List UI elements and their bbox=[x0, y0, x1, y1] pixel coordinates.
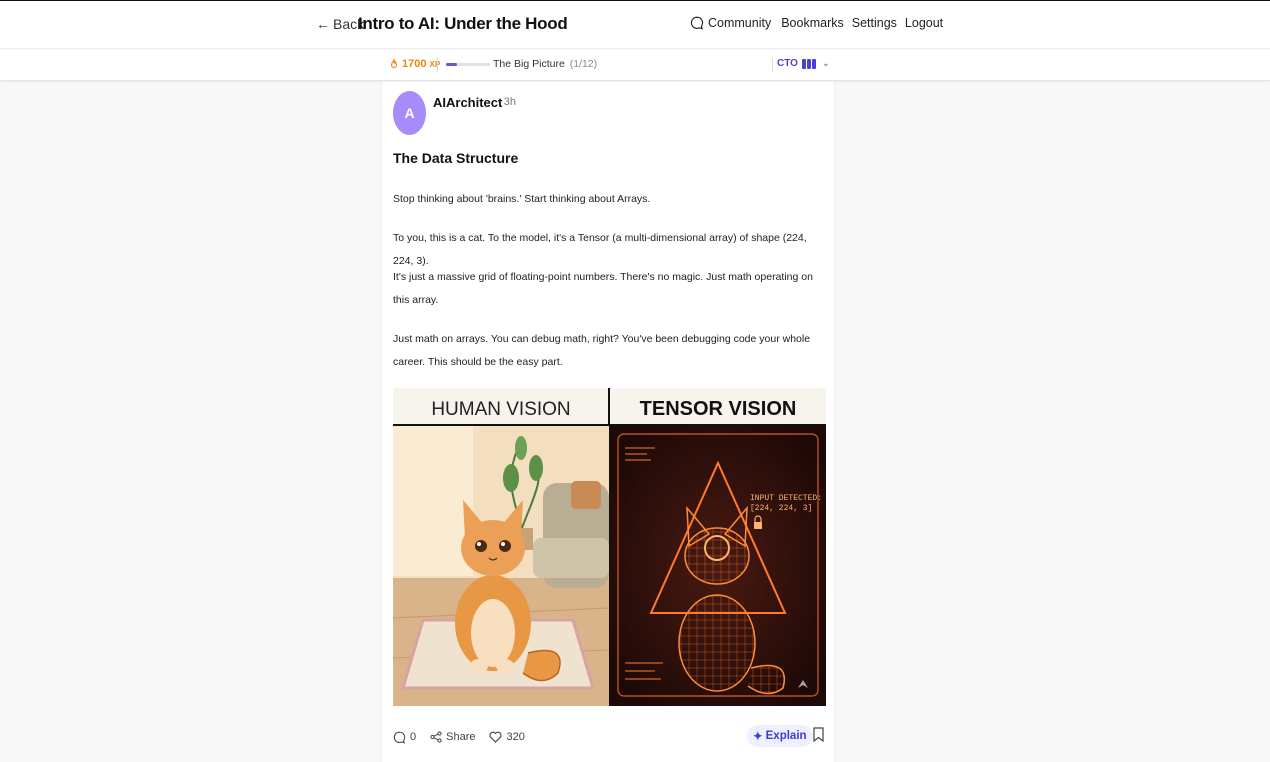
post-image: HUMAN VISION TENSOR VISION INPUT DETECTE… bbox=[393, 388, 826, 706]
lesson-title: The Big Picture bbox=[493, 58, 565, 70]
tensor-overlay-line2: [224, 224, 3] bbox=[750, 504, 812, 513]
post-paragraph: It's just a massive grid of floating-poi… bbox=[393, 271, 813, 306]
nav-community[interactable]: Community bbox=[690, 16, 771, 30]
like-button[interactable]: 320 bbox=[489, 731, 525, 743]
xp-unit: XP bbox=[429, 59, 441, 69]
lesson-progress-track bbox=[446, 63, 490, 66]
course-title: Intro to AI: Under the Hood bbox=[358, 14, 568, 33]
nav-logout[interactable]: Logout bbox=[905, 16, 943, 30]
comment-button[interactable]: 0 bbox=[393, 731, 416, 744]
nav-community-label: Community bbox=[708, 16, 772, 30]
xp-value: 1700 bbox=[402, 58, 427, 70]
avatar[interactable]: A bbox=[393, 91, 426, 135]
explain-button[interactable]: ✦ Explain bbox=[747, 725, 813, 747]
divider bbox=[772, 58, 773, 72]
role-label: CTO bbox=[777, 58, 798, 69]
top-nav: Community Bookmarks Settings Logout bbox=[690, 16, 951, 30]
xp-display: 1700 XP bbox=[389, 58, 440, 70]
post-paragraph: Just math on arrays. You can debug math,… bbox=[393, 333, 811, 368]
lesson-count: (1/12) bbox=[569, 58, 598, 70]
share-button[interactable]: Share bbox=[430, 731, 475, 743]
human-vision-heading: HUMAN VISION bbox=[431, 399, 570, 420]
explain-label: Explain bbox=[765, 730, 807, 742]
heart-icon bbox=[489, 731, 503, 743]
signal-bars-icon bbox=[801, 58, 816, 69]
tensor-overlay-line1: INPUT DETECTED: bbox=[750, 494, 822, 503]
post-card: A AIArchitect · 3h The Data Structure St… bbox=[381, 82, 835, 762]
share-icon bbox=[430, 731, 442, 743]
share-label: Share bbox=[446, 731, 476, 743]
header: ← Back Intro to AI: Under the Hood Commu… bbox=[0, 1, 1270, 49]
bookmark-icon bbox=[813, 727, 824, 743]
divider bbox=[437, 58, 438, 72]
back-button[interactable]: ← Back bbox=[316, 16, 364, 32]
arrow-left-icon: ← bbox=[316, 16, 330, 32]
chat-bubble-icon bbox=[690, 16, 704, 30]
flame-icon bbox=[390, 58, 398, 69]
lesson-progress-fill bbox=[446, 63, 457, 66]
tensor-vision-heading: TENSOR VISION bbox=[640, 398, 797, 420]
post-time: · 3h bbox=[497, 96, 516, 108]
cat-comparison-illustration: HUMAN VISION TENSOR VISION INPUT DETECTE… bbox=[393, 388, 826, 706]
chevron-down-icon: ⌄ bbox=[821, 58, 830, 68]
author-name[interactable]: AIArchitect bbox=[433, 95, 502, 110]
bookmark-button[interactable] bbox=[813, 727, 824, 747]
nav-settings[interactable]: Settings bbox=[852, 16, 897, 30]
comment-icon bbox=[393, 731, 406, 744]
post-paragraph: Stop thinking about 'brains.' Start thin… bbox=[393, 193, 651, 205]
role-selector[interactable]: CTO ⌄ bbox=[777, 58, 829, 69]
progress-bar-row: 1700 XP The Big Picture (1/12) CTO ⌄ bbox=[0, 50, 1270, 81]
lesson-indicator: The Big Picture (1/12) bbox=[493, 58, 597, 70]
nav-bookmarks[interactable]: Bookmarks bbox=[781, 16, 844, 30]
sparkle-icon: ✦ bbox=[753, 731, 763, 743]
comment-count: 0 bbox=[410, 731, 417, 743]
like-count: 320 bbox=[506, 731, 525, 743]
post-title: The Data Structure bbox=[393, 150, 519, 166]
